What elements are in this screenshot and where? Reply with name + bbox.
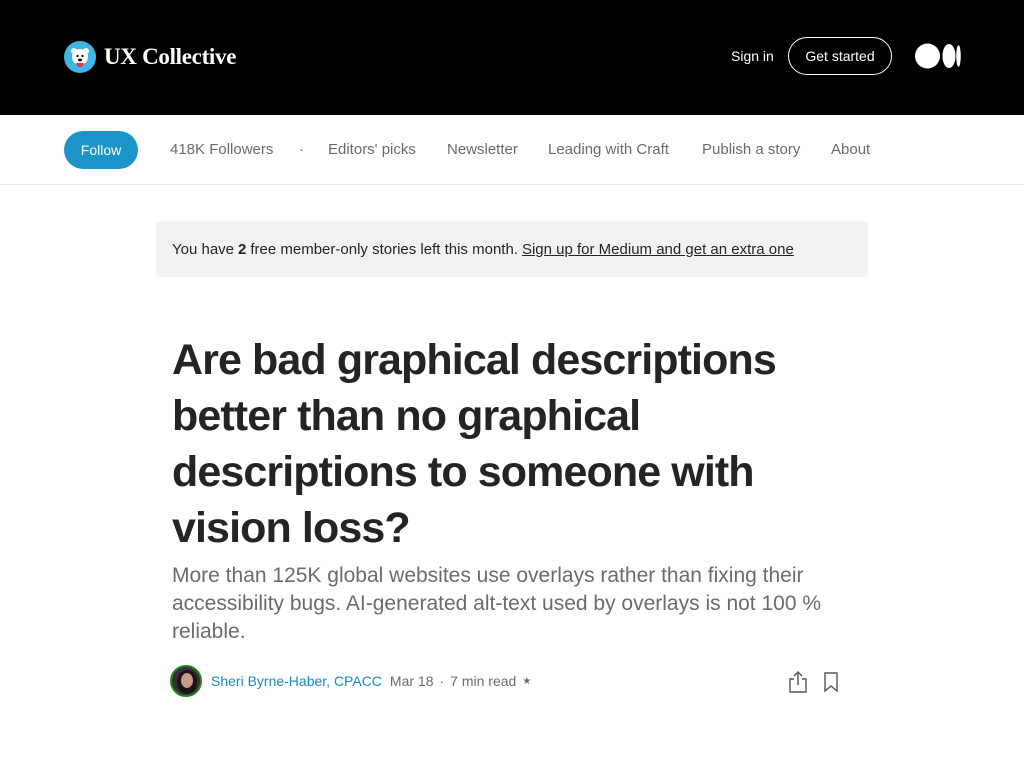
member-stories-banner: You have 2 free member-only stories left… — [156, 221, 868, 277]
sign-up-link[interactable]: Sign up for Medium and get an extra one — [522, 241, 794, 258]
nav-item-editors-picks[interactable]: Editors' picks — [328, 141, 416, 158]
medium-logo-icon[interactable] — [915, 43, 961, 69]
article-byline: Sheri Byrne-Haber, CPACC Mar 18 · 7 min … — [170, 664, 531, 698]
share-icon[interactable] — [787, 670, 809, 694]
author-avatar[interactable] — [170, 665, 202, 697]
publication-brand[interactable]: UX Collective — [64, 40, 236, 74]
nav-item-newsletter[interactable]: Newsletter — [447, 141, 518, 158]
read-time: 7 min read — [450, 673, 517, 689]
polar-bear-icon — [64, 41, 96, 73]
sign-in-link[interactable]: Sign in — [731, 48, 774, 64]
get-started-button[interactable]: Get started — [788, 37, 892, 75]
banner-suffix: free member-only stories left this month… — [250, 240, 518, 258]
followers-count[interactable]: 418K Followers — [170, 141, 273, 158]
byline-separator: · — [439, 673, 445, 689]
publication-nav: Follow 418K Followers · Editors' picks N… — [0, 115, 1024, 185]
follow-button[interactable]: Follow — [64, 131, 138, 169]
nav-item-leading-with-craft[interactable]: Leading with Craft — [548, 141, 669, 158]
article-subtitle: More than 125K global websites use overl… — [172, 564, 822, 643]
article-title: Are bad graphical descriptions better th… — [172, 336, 777, 552]
free-stories-count: 2 — [238, 240, 247, 258]
publish-date: Mar 18 — [389, 673, 434, 689]
top-header: UX Collective Sign in Get started — [0, 0, 1024, 115]
star-icon: ★ — [522, 675, 532, 687]
author-name-link[interactable]: Sheri Byrne-Haber, CPACC — [211, 673, 382, 689]
nav-item-publish-a-story[interactable]: Publish a story — [702, 141, 800, 158]
banner-prefix: You have — [172, 240, 235, 258]
nav-item-about[interactable]: About — [831, 141, 870, 158]
publication-name: UX Collective — [104, 44, 237, 69]
bookmark-icon[interactable] — [821, 671, 841, 693]
nav-separator: · — [299, 141, 304, 158]
